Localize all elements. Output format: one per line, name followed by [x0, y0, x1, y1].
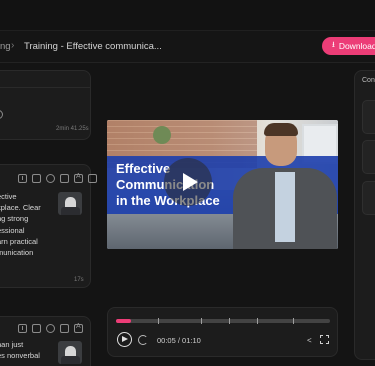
scene-card-3-thumbnail: [58, 341, 82, 364]
scene-card-1-header: [0, 70, 91, 88]
scene-card-3-toolbar: [18, 323, 83, 333]
video-preview[interactable]: Effective Communication in the Workplace: [107, 120, 338, 249]
scene-text-line: kplace. Clear: [0, 203, 41, 213]
scene-marker: [201, 318, 202, 324]
share-icon[interactable]: <: [307, 336, 312, 345]
scene-card-2-thumbnail: [58, 192, 82, 215]
scene-text-line: arn practical: [0, 236, 38, 246]
text-icon[interactable]: [74, 323, 83, 333]
scene-text-line: ng strong: [0, 214, 29, 224]
text-icon[interactable]: [74, 173, 83, 183]
download-icon[interactable]: [18, 324, 27, 333]
progress-fill: [116, 319, 131, 323]
play-icon: [122, 336, 128, 342]
panel-item[interactable]: [362, 100, 375, 134]
breadcrumb-previous[interactable]: ng: [0, 41, 11, 52]
top-strip: [0, 0, 375, 31]
download-icon[interactable]: [18, 174, 27, 183]
scene-text-line: es nonverbal: [0, 351, 40, 361]
download-button[interactable]: ⭳ Download: [322, 37, 375, 55]
panel-item[interactable]: [362, 140, 375, 174]
copy-icon[interactable]: [60, 324, 69, 333]
time-display: 00:05 / 01:10: [157, 336, 201, 345]
scene-text-line: munication: [0, 248, 34, 258]
scene-text-line: ective: [0, 192, 17, 201]
download-icon: ⭳: [332, 40, 335, 49]
scene-marker: [257, 318, 258, 324]
play-icon: [183, 173, 198, 191]
scene-text-line: han just: [0, 340, 24, 349]
fullscreen-icon[interactable]: [320, 335, 329, 344]
copy-icon[interactable]: [60, 174, 69, 183]
scene-card-2-text: ective kplace. Clear ng strong essional …: [0, 191, 41, 258]
scene-marker: [158, 318, 159, 324]
settings-icon[interactable]: [46, 324, 55, 333]
scene-card-2-toolbar: [18, 173, 97, 183]
progress-track[interactable]: [116, 319, 330, 323]
image-icon[interactable]: [32, 174, 41, 183]
scene-card-1-duration: 2min 41.25s: [56, 126, 89, 132]
player-controls: [107, 307, 338, 357]
scene-marker: [293, 318, 294, 324]
scene-card-3-text: han just es nonverbal: [0, 339, 40, 361]
more-icon[interactable]: [88, 174, 97, 183]
right-panel-title: Con: [362, 77, 375, 84]
settings-icon[interactable]: [46, 174, 55, 183]
scene-text-line: essional: [0, 225, 25, 235]
download-label: Download: [338, 41, 375, 51]
replay-icon[interactable]: [138, 335, 148, 345]
panel-item[interactable]: [362, 181, 375, 215]
scene-card-2-time: 17s: [74, 277, 84, 283]
scene-marker: [229, 318, 230, 324]
breadcrumb-current: Training - Effective communica...: [24, 41, 162, 52]
breadcrumb-separator: ›: [11, 40, 15, 51]
image-icon[interactable]: [32, 324, 41, 333]
